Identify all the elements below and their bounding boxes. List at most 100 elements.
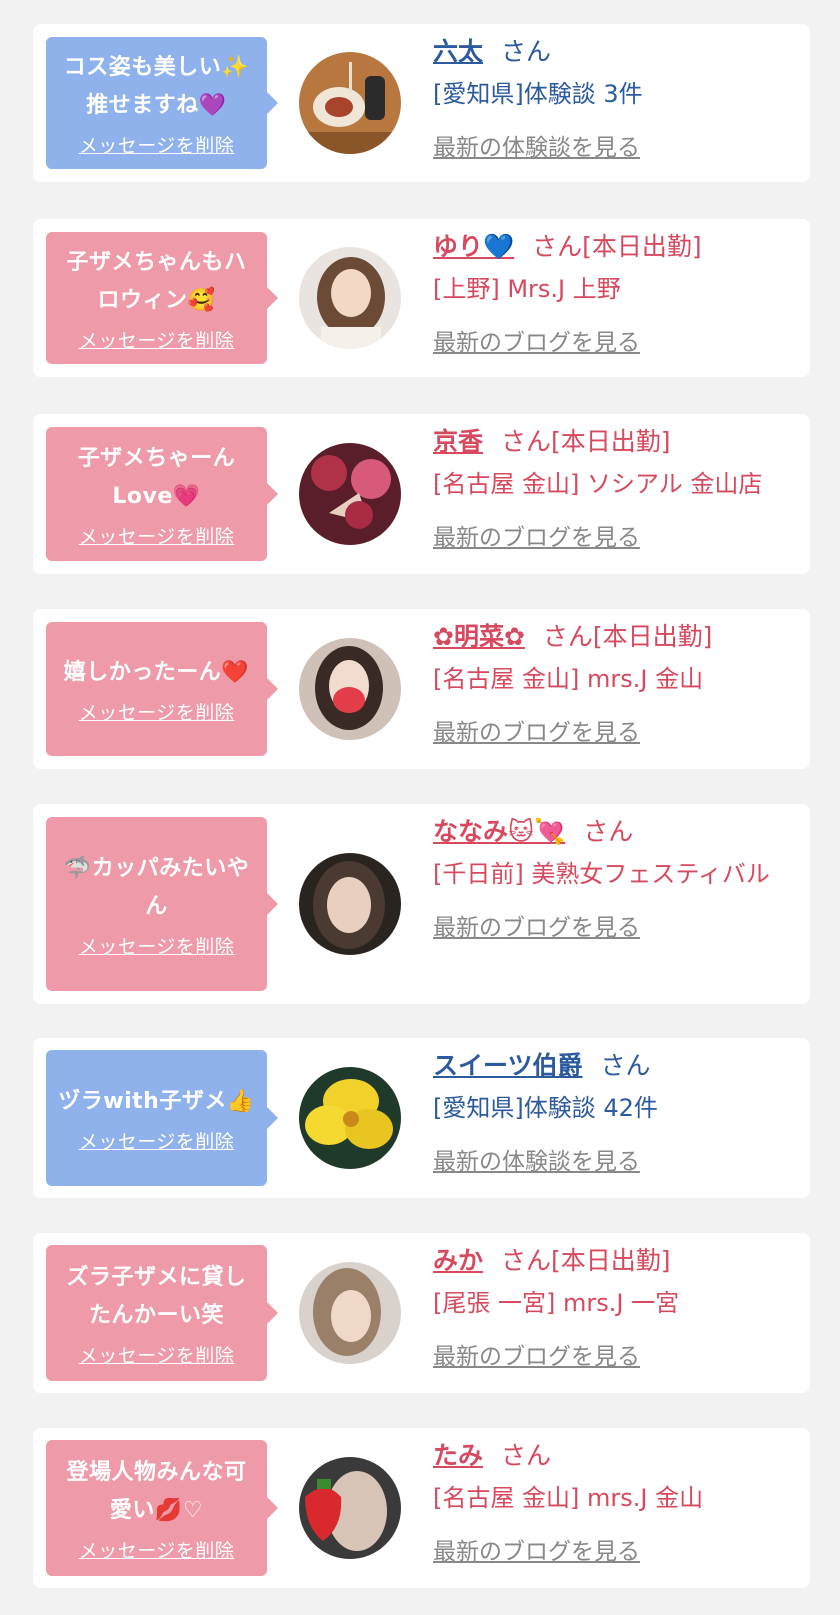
member-subtitle: [千日前] 美熟女フェスティバル <box>433 860 770 888</box>
view-latest-link[interactable]: 最新のブログを見る <box>433 1532 792 1566</box>
message-card: 🦈カッパみたいや ん メッセージを削除 ななみ🐱💘 さん [千日前] 美熟女フェス… <box>33 804 810 1004</box>
message-text: 子ザメちゃんもハ ロウィン🥰 <box>66 244 246 320</box>
message-line: たんかーい笑 <box>88 1302 224 1328</box>
avatar-image <box>299 52 401 154</box>
honorific-label: さん[本日出勤] <box>542 622 713 651</box>
message-card: コス姿も美しい✨ 推せますね💜 メッセージを削除 六太 さん [愛知県]体験談 3… <box>33 24 810 182</box>
member-name-link[interactable]: 京香 <box>433 427 483 456</box>
member-subtitle: [名古屋 金山] mrs.J 金山 <box>433 1484 704 1512</box>
member-subtitle: [名古屋 金山] mrs.J 金山 <box>433 665 704 693</box>
message-bubble: 子ザメちゃーん Love💗 メッセージを削除 <box>46 427 278 561</box>
member-info: ✿明菜✿ さん[本日出勤] [名古屋 金山] mrs.J 金山 最新のブログを見る <box>433 619 792 747</box>
message-line: コス姿も美しい✨ <box>63 54 250 80</box>
message-line: ヅラwith子ザメ👍 <box>58 1088 255 1114</box>
message-line: 推せますね💜 <box>86 92 227 118</box>
message-line: 登場人物みんな可 <box>66 1459 247 1485</box>
message-text: ズラ子ザメに貸し たんかーい笑 <box>66 1259 246 1335</box>
message-bubble: 子ザメちゃんもハ ロウィン🥰 メッセージを削除 <box>46 232 278 364</box>
message-text: コス姿も美しい✨ 推せますね💜 <box>64 49 249 125</box>
member-name-link[interactable]: たみ <box>433 1441 483 1470</box>
delete-message-link[interactable]: メッセージを削除 <box>79 1127 235 1154</box>
member-subtitle: [愛知県]体験談 42件 <box>433 1094 658 1122</box>
member-info: ゆり💙 さん[本日出勤] [上野] Mrs.J 上野 最新のブログを見る <box>433 229 792 357</box>
view-latest-link[interactable]: 最新のブログを見る <box>433 518 792 552</box>
message-bubble: ズラ子ザメに貸し たんかーい笑 メッセージを削除 <box>46 1245 278 1381</box>
message-line: 子ザメちゃーん <box>77 445 236 471</box>
avatar-image <box>299 247 401 349</box>
member-subtitle: [尾張 一宮] mrs.J 一宮 <box>433 1289 680 1317</box>
message-line: ズラ子ザメに貸し <box>66 1264 247 1290</box>
avatar-image <box>299 443 401 545</box>
member-name-link[interactable]: ✿明菜✿ <box>433 622 525 651</box>
avatar-image <box>299 1262 401 1364</box>
delete-message-link[interactable]: メッセージを削除 <box>79 932 235 959</box>
avatar-image <box>299 638 401 740</box>
message-bubble: 登場人物みんな可 愛い💋♡ メッセージを削除 <box>46 1440 278 1576</box>
delete-message-link[interactable]: メッセージを削除 <box>79 1341 235 1368</box>
member-info: 六太 さん [愛知県]体験談 3件 最新の体験談を見る <box>433 34 792 162</box>
member-info: スイーツ伯爵 さん [愛知県]体験談 42件 最新の体験談を見る <box>433 1048 792 1176</box>
honorific-label: さん[本日出勤] <box>532 232 702 261</box>
view-latest-link[interactable]: 最新の体験談を見る <box>433 1142 792 1176</box>
message-card: 嬉しかったーん❤️ メッセージを削除 ✿明菜✿ さん[本日出勤] [名古屋 金山]… <box>33 609 810 769</box>
honorific-label: さん <box>501 1441 552 1470</box>
honorific-label: さん <box>600 1051 651 1080</box>
view-latest-link[interactable]: 最新のブログを見る <box>433 713 792 747</box>
view-latest-link[interactable]: 最新のブログを見る <box>433 908 792 942</box>
message-bubble: 嬉しかったーん❤️ メッセージを削除 <box>46 622 278 756</box>
member-name-link[interactable]: 六太 <box>433 37 483 66</box>
member-subtitle: [上野] Mrs.J 上野 <box>433 275 621 303</box>
member-info: 京香 さん[本日出勤] [名古屋 金山] ソシアル 金山店 最新のブログを見る <box>433 424 792 552</box>
message-text: 🦈カッパみたいや ん <box>64 850 249 926</box>
message-text: 子ザメちゃーん Love💗 <box>78 440 236 516</box>
member-name-link[interactable]: スイーツ伯爵 <box>433 1051 583 1080</box>
view-latest-link[interactable]: 最新のブログを見る <box>433 1337 792 1371</box>
member-name-link[interactable]: みか <box>433 1246 483 1275</box>
message-line: 子ザメちゃんもハ <box>66 249 247 275</box>
message-list: コス姿も美しい✨ 推せますね💜 メッセージを削除 六太 さん [愛知県]体験談 3… <box>0 0 840 1615</box>
delete-message-link[interactable]: メッセージを削除 <box>79 326 235 353</box>
avatar[interactable] <box>299 638 401 740</box>
avatar-image <box>299 1067 401 1169</box>
member-info: みか さん[本日出勤] [尾張 一宮] mrs.J 一宮 最新のブログを見る <box>433 1243 792 1371</box>
member-subtitle: [愛知県]体験談 3件 <box>433 80 643 108</box>
message-line: 愛い💋♡ <box>109 1497 204 1523</box>
view-latest-link[interactable]: 最新の体験談を見る <box>433 128 792 162</box>
message-line: Love💗 <box>112 483 201 509</box>
message-card: 子ザメちゃんもハ ロウィン🥰 メッセージを削除 ゆり💙 さん[本日出勤] [上野]… <box>33 219 810 377</box>
avatar[interactable] <box>299 853 401 955</box>
message-line: 🦈カッパみたいや <box>63 855 250 881</box>
avatar[interactable] <box>299 1262 401 1364</box>
avatar[interactable] <box>299 443 401 545</box>
message-card: 登場人物みんな可 愛い💋♡ メッセージを削除 たみ さん [名古屋 金山] mrs… <box>33 1428 810 1588</box>
member-name-link[interactable]: ゆり💙 <box>433 232 514 261</box>
delete-message-link[interactable]: メッセージを削除 <box>79 698 235 725</box>
honorific-label: さん[本日出勤] <box>501 1246 671 1275</box>
delete-message-link[interactable]: メッセージを削除 <box>79 522 235 549</box>
message-line: ん <box>145 893 168 919</box>
message-bubble: 🦈カッパみたいや ん メッセージを削除 <box>46 817 278 991</box>
avatar-image <box>299 1457 401 1559</box>
member-info: ななみ🐱💘 さん [千日前] 美熟女フェスティバル 最新のブログを見る <box>433 814 792 942</box>
view-latest-link[interactable]: 最新のブログを見る <box>433 323 792 357</box>
message-bubble: コス姿も美しい✨ 推せますね💜 メッセージを削除 <box>46 37 278 169</box>
member-name-link[interactable]: ななみ🐱💘 <box>433 817 565 846</box>
message-bubble: ヅラwith子ザメ👍 メッセージを削除 <box>46 1050 278 1186</box>
message-text: ヅラwith子ザメ👍 <box>58 1083 254 1121</box>
honorific-label: さん <box>501 37 552 66</box>
message-text: 登場人物みんな可 愛い💋♡ <box>66 1454 246 1530</box>
delete-message-link[interactable]: メッセージを削除 <box>79 131 235 158</box>
message-text: 嬉しかったーん❤️ <box>64 654 249 692</box>
message-card: ヅラwith子ザメ👍 メッセージを削除 スイーツ伯爵 さん [愛知県]体験談 42… <box>33 1038 810 1198</box>
avatar[interactable] <box>299 1067 401 1169</box>
message-line: ロウィン🥰 <box>97 287 216 313</box>
avatar[interactable] <box>299 247 401 349</box>
avatar[interactable] <box>299 1457 401 1559</box>
delete-message-link[interactable]: メッセージを削除 <box>79 1536 235 1563</box>
message-card: 子ザメちゃーん Love💗 メッセージを削除 京香 さん[本日出勤] [名古屋 金… <box>33 414 810 574</box>
avatar[interactable] <box>299 52 401 154</box>
member-info: たみ さん [名古屋 金山] mrs.J 金山 最新のブログを見る <box>433 1438 792 1566</box>
honorific-label: さん <box>583 817 634 846</box>
honorific-label: さん[本日出勤] <box>501 427 671 456</box>
avatar-image <box>299 853 401 955</box>
